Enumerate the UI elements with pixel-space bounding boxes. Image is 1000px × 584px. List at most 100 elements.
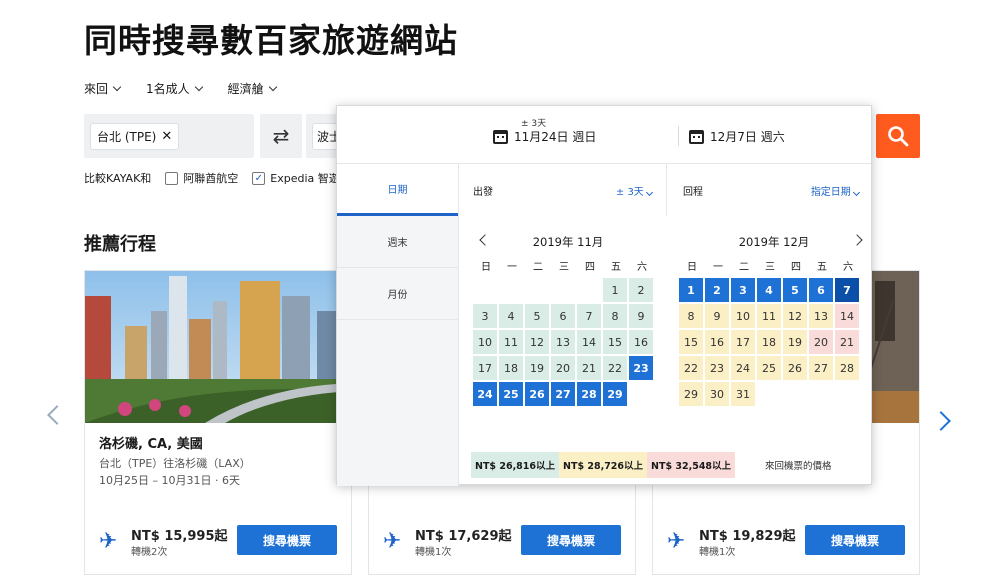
search-icon [888,126,909,147]
month-title: 2019年 12月 [738,235,810,249]
calendar-day[interactable]: 18 [499,356,523,380]
calendar-day[interactable]: 6 [551,304,575,328]
calendar-day[interactable]: 26 [783,356,807,380]
calendar-day[interactable]: 6 [809,278,833,302]
calendar-day[interactable]: 10 [473,330,497,354]
calendar-day[interactable]: 2 [629,278,653,302]
calendar-day[interactable]: 12 [783,304,807,328]
calendar-day[interactable]: 28 [577,382,601,406]
calendar-day[interactable]: 3 [473,304,497,328]
calendar-day[interactable]: 28 [835,356,859,380]
calendar-day[interactable]: 23 [705,356,729,380]
return-date-field[interactable]: 12月7日 週六 [689,128,785,145]
depart-flex-header: 出發 ± 3天 [459,164,667,216]
calendar-day[interactable]: 23 [629,356,653,380]
deal-card[interactable]: 洛杉磯, CA, 美國 台北（TPE）往洛杉磯（LAX） 10月25日 – 10… [84,270,352,575]
close-icon[interactable]: ✕ [161,129,172,144]
city-photo [85,271,351,423]
calendar-day[interactable]: 1 [679,278,703,302]
calendar-day[interactable]: 11 [499,330,523,354]
calendar-day[interactable]: 19 [783,330,807,354]
calendar-day[interactable]: 20 [551,356,575,380]
calendar-day[interactable]: 3 [731,278,755,302]
return-label: 回程 [683,186,703,198]
calendar-day[interactable]: 30 [705,382,729,406]
calendar-day[interactable]: 9 [705,304,729,328]
calendar-day[interactable]: 10 [731,304,755,328]
calendar-day[interactable]: 24 [731,356,755,380]
calendar-day[interactable]: 31 [731,382,755,406]
calendar-day[interactable]: 7 [577,304,601,328]
calendar-day[interactable]: 24 [473,382,497,406]
origin-field[interactable]: 台北 (TPE) ✕ [84,114,254,158]
calendar-day[interactable]: 17 [473,356,497,380]
calendar-day[interactable]: 7 [835,278,859,302]
return-flex-value: 指定日期 [810,186,851,198]
swap-button[interactable]: ⇄ [260,114,302,158]
calendar-day[interactable]: 13 [551,330,575,354]
depart-date-field[interactable]: 11月24日 週日 [493,128,596,145]
calendar-day[interactable]: 18 [757,330,781,354]
weekday-label: 二 [739,262,749,273]
return-date-value: 12月7日 週六 [710,130,785,144]
card-stops: 轉機1次 [699,547,736,558]
calendar-day[interactable]: 16 [629,330,653,354]
calendar-day[interactable]: 21 [577,356,601,380]
tab-dates[interactable]: 日期 [337,164,458,216]
depart-flex-dropdown[interactable]: ± 3天 [616,183,654,198]
travelers-dropdown[interactable]: 1名成人 [146,80,203,97]
calendar-day[interactable]: 19 [525,356,549,380]
prev-month-icon[interactable] [479,234,491,246]
calendar-day[interactable]: 4 [757,278,781,302]
carousel-prev-icon[interactable] [47,405,67,425]
tab-weekends[interactable]: 週末 [337,216,458,268]
calendar-day[interactable]: 5 [783,278,807,302]
search-flights-button[interactable]: 搜尋機票 [805,525,905,555]
cabin-dropdown[interactable]: 經濟艙 [228,80,277,97]
calendar-day[interactable]: 14 [835,304,859,328]
calendar-day[interactable]: 16 [705,330,729,354]
calendar-day[interactable]: 26 [525,382,549,406]
origin-value: 台北 (TPE) [97,129,157,144]
airplane-icon: ✈ [667,529,686,554]
next-month-icon[interactable] [851,234,863,246]
carousel-next-icon[interactable] [931,411,951,431]
calendar-day[interactable]: 8 [603,304,627,328]
calendar-day[interactable]: 12 [525,330,549,354]
search-button[interactable] [876,114,920,158]
empty-day [525,278,549,302]
calendar-day[interactable]: 27 [551,382,575,406]
trip-type-label: 來回 [84,82,109,96]
card-price: NT$ 15,995起 [131,529,228,544]
search-flights-button[interactable]: 搜尋機票 [237,525,337,555]
return-flex-dropdown[interactable]: 指定日期 [810,183,861,198]
calendar-day[interactable]: 22 [603,356,627,380]
compare-site-checkbox[interactable]: 阿聯酋航空 [165,170,238,186]
calendar-day[interactable]: 27 [809,356,833,380]
calendar-day[interactable]: 21 [835,330,859,354]
tab-months[interactable]: 月份 [337,268,458,320]
calendar-day[interactable]: 8 [679,304,703,328]
trip-type-dropdown[interactable]: 來回 [84,80,122,97]
calendar-day[interactable]: 5 [525,304,549,328]
calendar-day[interactable]: 25 [499,382,523,406]
search-flights-button[interactable]: 搜尋機票 [521,525,621,555]
calendar-day[interactable]: 29 [679,382,703,406]
calendar-day[interactable]: 22 [679,356,703,380]
calendar-day[interactable]: 1 [603,278,627,302]
calendar-icon [689,129,704,144]
calendar-day[interactable]: 20 [809,330,833,354]
weekday-label: 日 [687,262,697,273]
calendar-day[interactable]: 4 [499,304,523,328]
calendar-day[interactable]: 17 [731,330,755,354]
calendar-day[interactable]: 15 [679,330,703,354]
calendar-day[interactable]: 29 [603,382,627,406]
calendar-day[interactable]: 9 [629,304,653,328]
calendar-day[interactable]: 11 [757,304,781,328]
calendar-day[interactable]: 2 [705,278,729,302]
calendar-day[interactable]: 13 [809,304,833,328]
calendar-day[interactable]: 14 [577,330,601,354]
calendar-day[interactable]: 15 [603,330,627,354]
calendar-day[interactable]: 25 [757,356,781,380]
card-city: 洛杉磯, CA, 美國 [99,437,203,452]
